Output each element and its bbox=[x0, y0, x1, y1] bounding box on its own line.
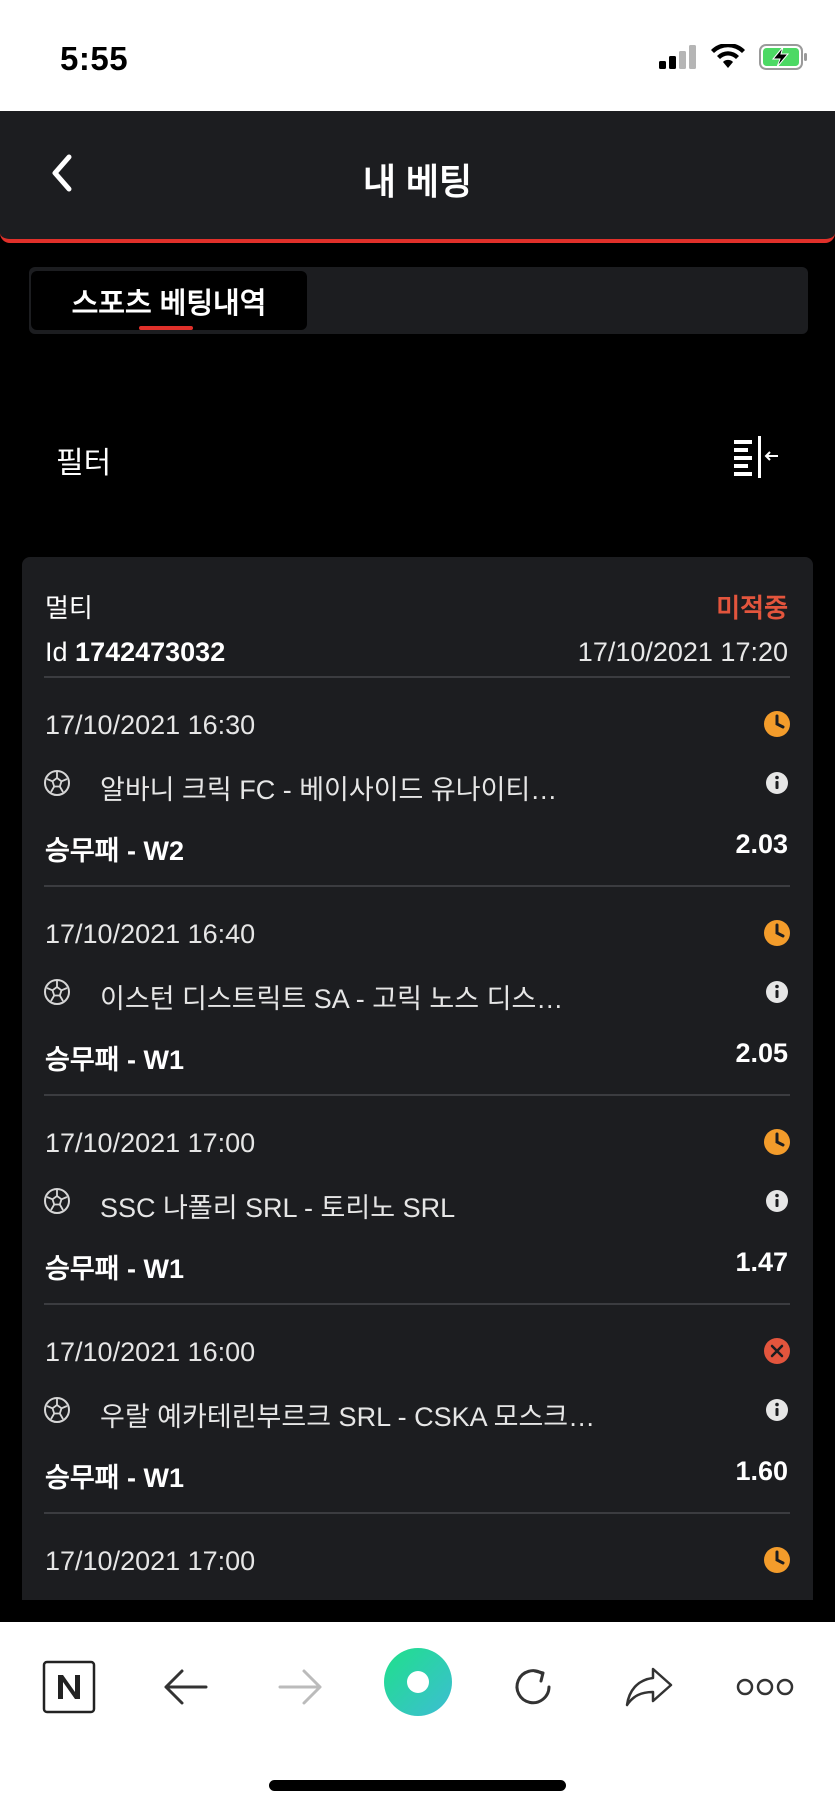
odds-value: 2.05 bbox=[735, 1038, 788, 1068]
market-selection: 승무패 - W2 bbox=[45, 836, 185, 866]
tabs-bar: 스포츠 베팅내역 bbox=[29, 267, 808, 334]
status-time: 5:55 bbox=[60, 40, 129, 77]
home-indicator bbox=[269, 1780, 566, 1791]
match-item: 17/10/2021 16:40 이스턴 디스트릭트 SA - 고릭 노스 디스… bbox=[22, 887, 813, 1096]
match-time: 17/10/2021 16:30 bbox=[45, 710, 256, 740]
signal-icon bbox=[659, 45, 696, 69]
match-teams: 우랄 예카테린부르크 SRL - CSKA 모스크… bbox=[100, 1402, 596, 1432]
more-dots-icon bbox=[736, 1678, 794, 1696]
info-icon[interactable] bbox=[765, 771, 789, 795]
bet-id: Id 1742473032 bbox=[45, 637, 225, 668]
match-item: 17/10/2021 16:30 알바니 크릭 FC - 베이사이드 유나이티…… bbox=[22, 678, 813, 887]
match-item: 17/10/2021 16:00 우랄 예카테린부르크 SRL - CSKA 모… bbox=[22, 1305, 813, 1514]
arrow-left-icon bbox=[164, 1669, 208, 1705]
match-time: 17/10/2021 16:00 bbox=[45, 1337, 256, 1367]
greendot-button[interactable] bbox=[380, 1644, 456, 1720]
naver-home-button[interactable] bbox=[34, 1652, 104, 1722]
match-teams: 알바니 크릭 FC - 베이사이드 유나이티… bbox=[100, 775, 558, 805]
battery-charging-icon bbox=[759, 44, 807, 70]
match-item: 17/10/2021 17:00 SSC 나폴리 SRL - 토리노 SRL 승… bbox=[22, 1096, 813, 1305]
browser-forward-button[interactable] bbox=[266, 1652, 336, 1722]
status-icons bbox=[659, 44, 809, 70]
share-icon bbox=[625, 1667, 673, 1707]
status-bar: 5:55 bbox=[0, 0, 835, 111]
reload-button[interactable] bbox=[498, 1652, 568, 1722]
match-time: 17/10/2021 17:00 bbox=[45, 1128, 256, 1158]
clock-icon bbox=[764, 920, 790, 946]
odds-value: 1.47 bbox=[735, 1247, 788, 1277]
bet-placed-date: 17/10/2021 17:20 bbox=[577, 637, 788, 667]
clock-icon bbox=[764, 1547, 790, 1573]
market-selection: 승무패 - W1 bbox=[45, 1254, 185, 1284]
refresh-icon bbox=[515, 1669, 551, 1705]
bet-type: 멀티 bbox=[45, 593, 93, 623]
filter-button[interactable] bbox=[728, 430, 784, 482]
bet-id-prefix: Id bbox=[45, 637, 68, 667]
market-selection: 승무패 - W1 bbox=[45, 1463, 185, 1493]
app-header: 내 베팅 bbox=[0, 111, 835, 243]
match-teams: SSC 나폴리 SRL - 토리노 SRL bbox=[100, 1193, 456, 1223]
share-button[interactable] bbox=[614, 1652, 684, 1722]
info-icon[interactable] bbox=[765, 980, 789, 1004]
bet-card: 멀티 미적중 Id 1742473032 17/10/2021 17:20 17… bbox=[22, 557, 813, 1600]
bet-id-value: 1742473032 bbox=[75, 637, 226, 667]
naver-n-icon bbox=[42, 1660, 96, 1714]
soccer-ball-icon bbox=[44, 1188, 70, 1214]
odds-value: 1.60 bbox=[735, 1456, 788, 1486]
soccer-ball-icon bbox=[44, 979, 70, 1005]
tab-label: 스포츠 베팅내역 bbox=[71, 287, 267, 320]
more-button[interactable] bbox=[730, 1652, 800, 1722]
browser-back-button[interactable] bbox=[150, 1652, 220, 1722]
match-teams: 이스턴 디스트릭트 SA - 고릭 노스 디스… bbox=[100, 984, 564, 1014]
filter-label: 필터 bbox=[56, 447, 112, 480]
soccer-ball-icon bbox=[44, 770, 70, 796]
soccer-ball-icon bbox=[44, 1397, 70, 1423]
market-selection: 승무패 - W1 bbox=[45, 1045, 185, 1075]
arrow-right-icon bbox=[278, 1669, 322, 1705]
odds-value: 2.03 bbox=[735, 829, 788, 859]
clock-icon bbox=[764, 1129, 790, 1155]
match-time: 17/10/2021 16:40 bbox=[45, 919, 256, 949]
page-title: 내 베팅 bbox=[362, 161, 473, 202]
info-icon[interactable] bbox=[765, 1189, 789, 1213]
wifi-icon bbox=[711, 44, 745, 68]
tab-sports-history[interactable]: 스포츠 베팅내역 bbox=[31, 271, 307, 330]
clock-icon bbox=[764, 711, 790, 737]
x-circle-icon bbox=[764, 1338, 790, 1364]
active-tab-indicator bbox=[139, 326, 193, 330]
match-time: 17/10/2021 17:00 bbox=[45, 1546, 256, 1576]
green-dot-icon bbox=[384, 1648, 452, 1716]
filter-collapse-icon bbox=[734, 436, 778, 478]
bet-status-badge: 미적중 bbox=[716, 593, 788, 623]
match-item: 17/10/2021 17:00 bbox=[22, 1514, 813, 1600]
info-icon[interactable] bbox=[765, 1398, 789, 1422]
